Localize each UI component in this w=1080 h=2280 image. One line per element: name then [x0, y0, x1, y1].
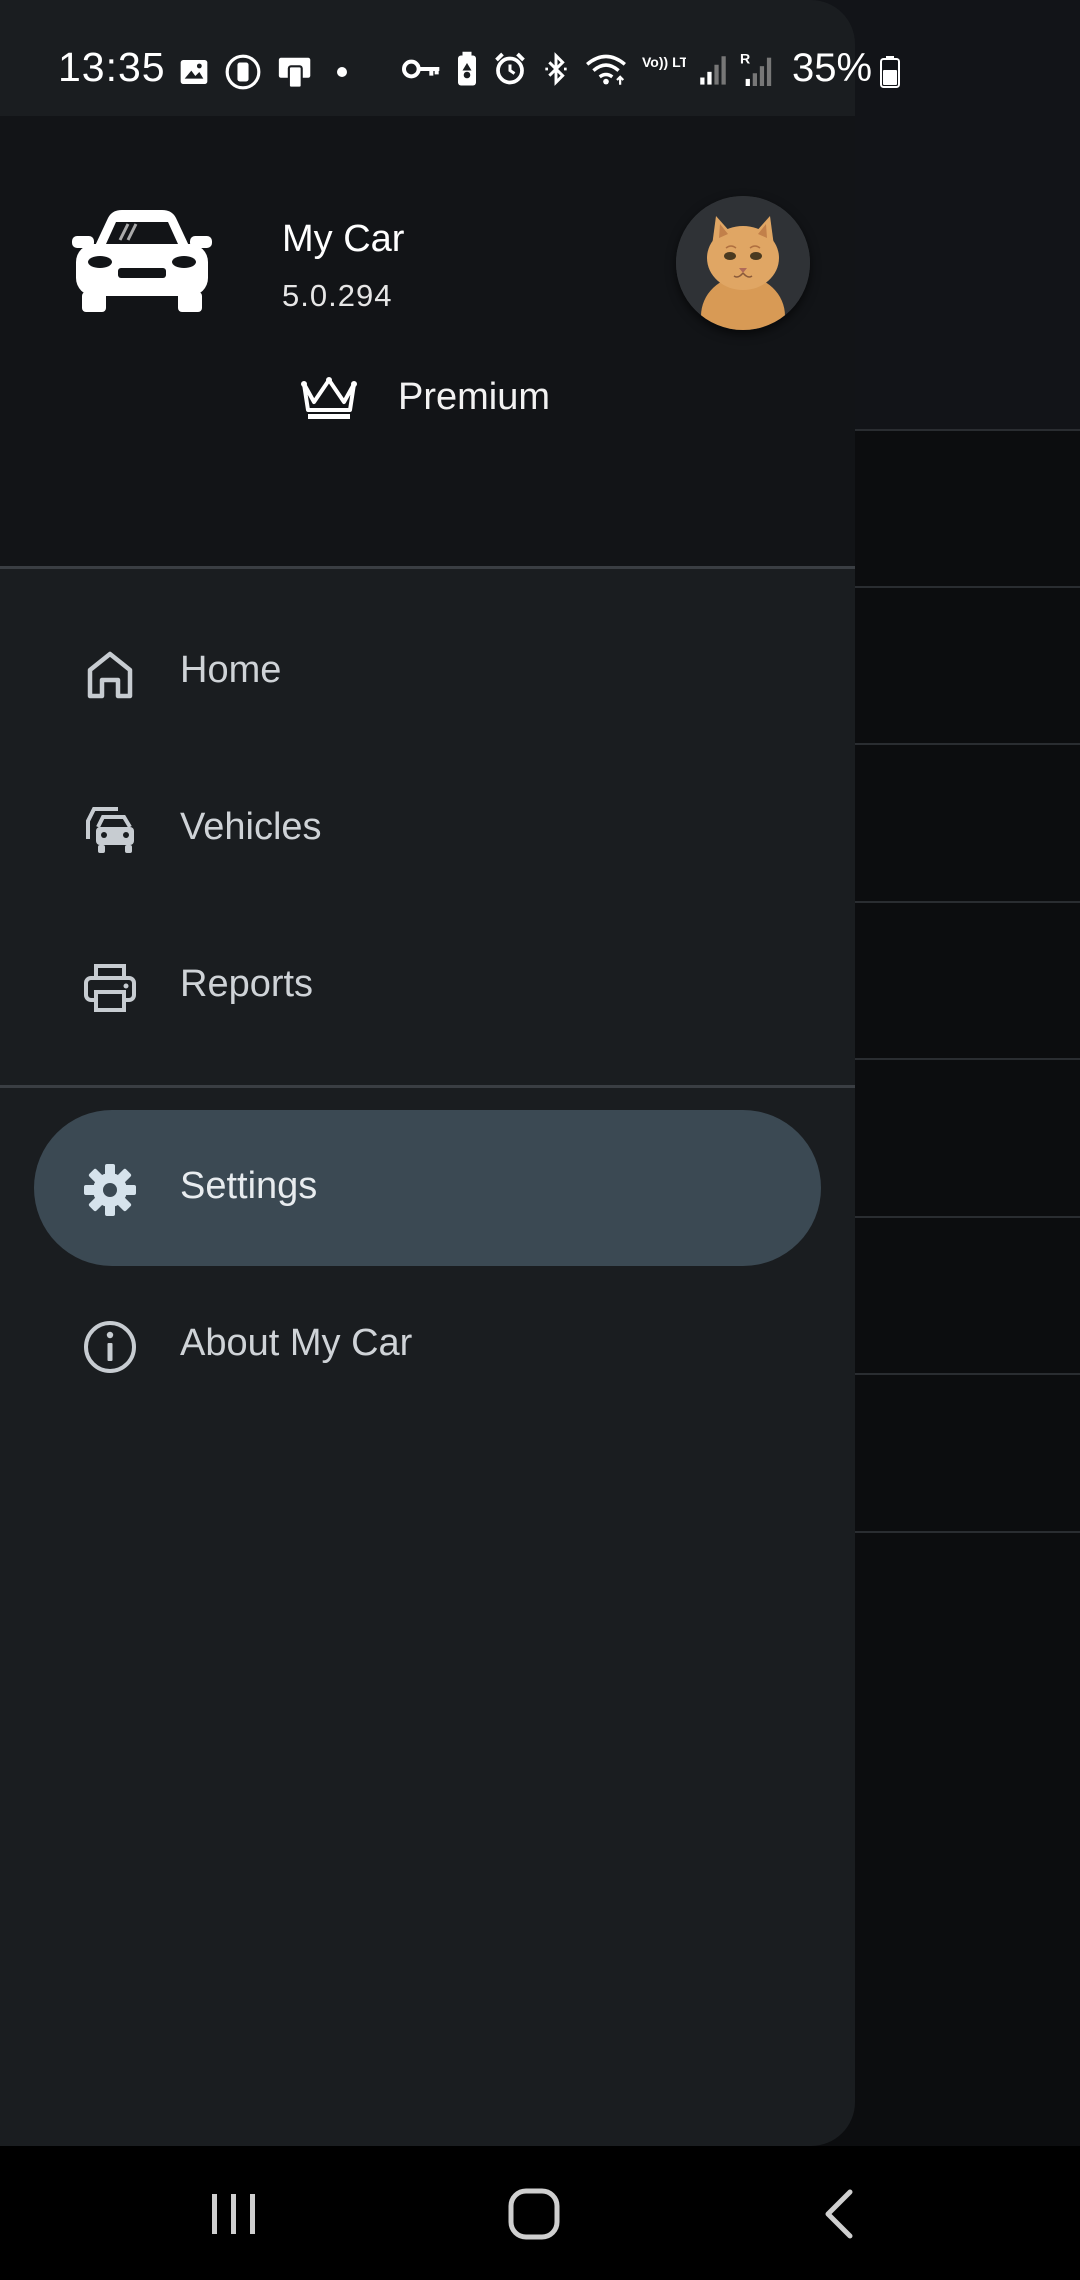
nav-label-settings: Settings: [180, 1165, 318, 1207]
status-icons-right: Vo)) LTE1 R: [402, 46, 774, 92]
home-button[interactable]: [506, 2186, 562, 2242]
menu-divider: [0, 1085, 855, 1088]
nav-label-reports: Reports: [180, 963, 314, 1005]
volte-icon: Vo)) LTE1: [642, 54, 686, 70]
dot-icon: [337, 67, 347, 77]
nav-item-home[interactable]: Home: [34, 594, 821, 750]
nav-label-home: Home: [180, 649, 282, 691]
roaming-label: R: [740, 51, 750, 67]
status-time: 13:35: [58, 44, 166, 90]
background-divider: [855, 1216, 1080, 1218]
nav-item-vehicles[interactable]: Vehicles: [34, 751, 821, 907]
vpn-key-icon: [402, 59, 440, 79]
nav-item-settings[interactable]: Settings: [34, 1110, 821, 1266]
nav-label-vehicles: Vehicles: [180, 806, 322, 848]
nav-label-about: About My Car: [180, 1322, 413, 1364]
screen: 13:35 Vo)) LTE1 R: [0, 0, 1080, 2280]
avatar[interactable]: [676, 196, 810, 330]
background-divider: [855, 1373, 1080, 1375]
gear-icon: [84, 1164, 136, 1216]
background-divider: [855, 586, 1080, 588]
crown-icon: [301, 377, 357, 419]
battery-icon: [880, 56, 900, 88]
app-name: My Car: [282, 218, 405, 260]
header-divider: [0, 566, 855, 569]
nav-item-reports[interactable]: Reports: [34, 908, 821, 1064]
screen-record-icon: [225, 54, 261, 90]
background-divider: [855, 429, 1080, 431]
signal-roaming-icon: R: [740, 51, 772, 86]
vehicles-icon: [86, 807, 134, 853]
phone-sync-icon: [278, 57, 311, 89]
navigation-drawer: 13:35 Vo)) LTE1 R: [0, 0, 855, 2146]
home-icon: [87, 651, 133, 699]
system-navigation-bar: [0, 2146, 1080, 2280]
battery-percent: 35%: [792, 46, 873, 90]
printer-icon: [84, 964, 136, 1012]
recent-apps-button[interactable]: [206, 2186, 262, 2242]
status-icons-left: [178, 52, 354, 92]
status-bar: 13:35 Vo)) LTE1 R: [0, 0, 855, 116]
nav-item-about[interactable]: About My Car: [34, 1267, 821, 1423]
wifi-icon: [586, 54, 626, 85]
drawer-header: 13:35 Vo)) LTE1 R: [0, 0, 855, 566]
info-icon: [84, 1321, 136, 1373]
car-logo-icon: [72, 210, 212, 312]
bluetooth-icon: [545, 52, 567, 86]
back-button[interactable]: [812, 2186, 868, 2242]
app-version: 5.0.294: [282, 278, 393, 313]
avatar-cat-image: [676, 196, 810, 330]
background-divider: [855, 1058, 1080, 1060]
gallery-icon: [180, 60, 208, 84]
alarm-icon: [495, 52, 525, 85]
premium-label[interactable]: Premium: [398, 376, 550, 419]
background-divider: [855, 743, 1080, 745]
volte-label: Vo)) LTE1: [642, 54, 686, 70]
signal-icon: [700, 56, 726, 85]
background-divider: [855, 1531, 1080, 1533]
battery-saver-icon: [458, 51, 476, 86]
background-divider: [855, 901, 1080, 903]
premium-badge[interactable]: [298, 372, 360, 428]
